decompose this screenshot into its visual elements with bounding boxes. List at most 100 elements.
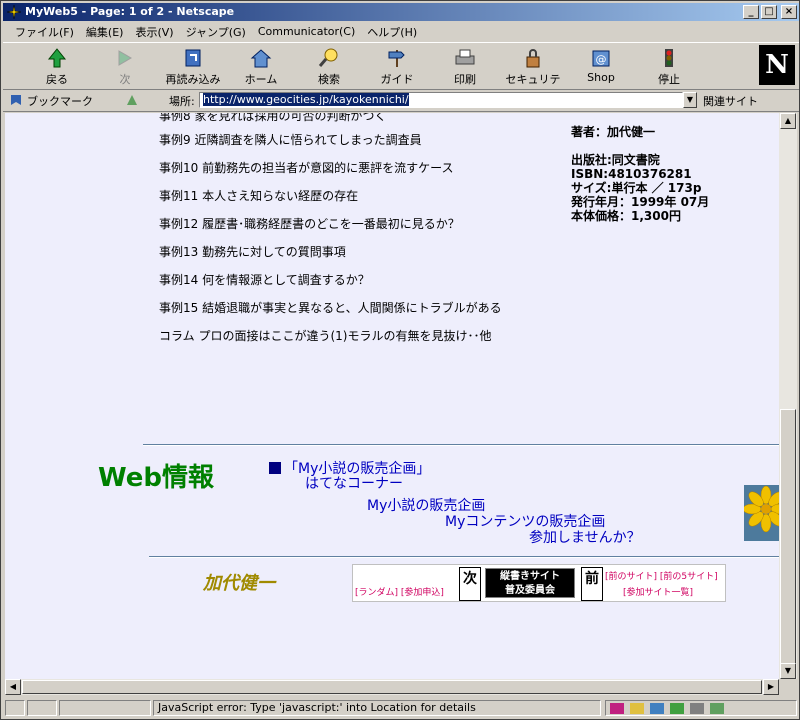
navigation-toolbar: 戻る 次 再読み込み ホーム 検索 ガイド 印刷 セキュリティ [3, 42, 799, 102]
location-label: 場所: [169, 95, 195, 108]
back-label: 戻る [46, 73, 68, 86]
discussion-icon[interactable] [650, 702, 664, 714]
section-divider [143, 444, 779, 446]
book-isbn: ISBN:4810376281 [571, 167, 692, 181]
edit-icon[interactable] [710, 702, 724, 714]
status-bar: JavaScript error: Type 'javascript:' int… [3, 698, 799, 718]
reload-button[interactable]: 再読み込み [161, 47, 225, 87]
page-content: 事例8 家を見れば採用の可否の判断がつく 事例9 近隣調査を隣人に悟られてしまっ… [5, 113, 779, 679]
square-bullet-icon [269, 462, 281, 474]
book-author: 著者：加代健一 [571, 125, 656, 139]
case-item: 事例11 本人さえ知らない経歴の存在 [159, 189, 359, 203]
url-dropdown-icon[interactable]: ▼ [683, 92, 697, 108]
ring-prev-button[interactable]: 前 [581, 567, 603, 601]
menu-help[interactable]: ヘルプ(H) [361, 24, 423, 40]
printer-icon [455, 49, 475, 65]
status-text: JavaScript error: Type 'javascript:' int… [153, 700, 601, 716]
web-info-heading: Web情報 [98, 463, 214, 493]
back-arrow-icon [47, 48, 67, 68]
scroll-right-icon[interactable]: ▶ [763, 679, 779, 695]
print-button[interactable]: 印刷 [433, 47, 497, 87]
case-item: 事例9 近隣調査を隣人に悟られてしまった調査員 [159, 133, 422, 147]
webring-banner: [ランダム] [参加申込] 次 縦書きサイト 普及委員会 前 [前のサイト] [… [352, 564, 726, 602]
book-price: 本体価格：1,300円 [571, 209, 681, 223]
scroll-thumb[interactable] [780, 409, 796, 667]
svg-text:@: @ [596, 53, 607, 66]
composer-icon[interactable] [670, 702, 684, 714]
book-publisher: 出版社:同文書院 [571, 153, 660, 167]
navigator-icon[interactable] [610, 702, 624, 714]
ring-list-link[interactable]: [参加サイト一覧] [623, 585, 693, 598]
case-item: 事例14 何を情報源として調査するか？ [159, 273, 370, 287]
related-sites-button[interactable]: 関連サイト [703, 93, 758, 109]
maximize-button[interactable]: □ [761, 5, 777, 19]
bookmark-icon [11, 95, 21, 105]
hscroll-thumb[interactable] [22, 680, 762, 694]
scroll-up-icon[interactable]: ▲ [780, 113, 796, 129]
search-button[interactable]: 検索 [297, 47, 361, 87]
ring-title[interactable]: 縦書きサイト 普及委員会 [485, 568, 575, 598]
search-label: 検索 [318, 73, 340, 86]
netscape-app-icon [6, 4, 22, 20]
menu-communicator[interactable]: Communicator(C) [252, 25, 361, 38]
netscape-logo[interactable]: N [759, 45, 795, 85]
case-item: 事例8 家を見れば採用の可否の判断がつく [159, 113, 387, 123]
book-size: サイズ:単行本 ／ 173p [571, 181, 702, 195]
url-text: http://www.geocities.jp/kayokennichi/ [203, 93, 409, 106]
forward-label: 次 [119, 73, 131, 86]
back-button[interactable]: 戻る [25, 47, 89, 87]
url-input[interactable]: http://www.geocities.jp/kayokennichi/ [199, 92, 683, 108]
menu-edit[interactable]: 編集(E) [80, 24, 130, 40]
bookmarks-button[interactable]: ブックマーク [27, 93, 93, 109]
connection-icon [27, 700, 57, 716]
title-bar: MyWeb5 - Page: 1 of 2 - Netscape _ □ × [3, 3, 799, 21]
browser-window: MyWeb5 - Page: 1 of 2 - Netscape _ □ × フ… [0, 0, 800, 720]
scroll-left-icon[interactable]: ◀ [5, 679, 21, 695]
horizontal-scrollbar[interactable]: ◀ ▶ [5, 679, 779, 695]
page-proxy-icon[interactable] [125, 93, 139, 107]
flower-image[interactable] [742, 485, 779, 541]
case-item: 事例15 結婚退職が事実と異なると、人間関係にトラブルがある [159, 301, 502, 315]
menu-file[interactable]: ファイル(F) [9, 24, 80, 40]
menu-view[interactable]: 表示(V) [129, 24, 179, 40]
ring-random-links[interactable]: [ランダム] [参加申込] [355, 585, 444, 598]
guide-label: ガイド [380, 73, 414, 86]
security-status-icon[interactable] [5, 700, 25, 716]
window-title: MyWeb5 - Page: 1 of 2 - Netscape [25, 5, 235, 18]
case-item: 事例12 履歴書･職務経歴書のどこを一番最初に見るか？ [159, 217, 460, 231]
join-invite-link[interactable]: 参加しませんか？ [529, 527, 641, 547]
menu-bar: ファイル(F) 編集(E) 表示(V) ジャンプ(G) Communicator… [3, 22, 799, 41]
guide-button[interactable]: ガイド [365, 47, 429, 87]
mail-icon[interactable] [630, 702, 644, 714]
ring-prev-links[interactable]: [前のサイト] [前の5サイト] [605, 569, 718, 582]
vertical-scrollbar[interactable]: ▲ ▼ [779, 113, 797, 679]
stop-button[interactable]: 停止 [637, 47, 701, 87]
shop-button[interactable]: @ Shop [569, 47, 633, 84]
home-label: ホーム [244, 73, 278, 86]
forward-button[interactable]: 次 [93, 47, 157, 87]
search-icon [318, 48, 338, 67]
footer-divider [149, 556, 779, 558]
menu-go[interactable]: ジャンプ(G) [180, 24, 252, 40]
stop-light-icon [665, 49, 673, 67]
reload-icon [185, 49, 201, 67]
forward-arrow-icon [118, 50, 132, 66]
print-status-icon[interactable] [690, 702, 704, 714]
location-bar: ブックマーク 場所: http://www.geocities.jp/kayok… [3, 90, 799, 112]
author-name: 加代健一 [203, 573, 275, 594]
shop-icon: @ [592, 50, 610, 67]
component-bar [605, 700, 797, 716]
scroll-down-icon[interactable]: ▼ [780, 663, 796, 679]
home-button[interactable]: ホーム [229, 47, 293, 87]
shop-label: Shop [587, 71, 615, 84]
minimize-button[interactable]: _ [743, 5, 759, 19]
case-item: 事例10 前勤務先の担当者が意図的に悪評を流すケース [159, 161, 454, 175]
case-item: コラム プロの面接はここが違う(1)モラルの有無を見抜け･･他 [159, 329, 492, 343]
case-item: 事例13 勤務先に対しての質問事項 [159, 245, 346, 259]
ring-next-button[interactable]: 次 [459, 567, 481, 601]
progress-bar [59, 700, 151, 716]
close-button[interactable]: × [781, 5, 797, 19]
hatena-corner-link[interactable]: はてなコーナー [305, 473, 403, 493]
home-icon [250, 49, 272, 68]
lock-icon [526, 49, 540, 68]
